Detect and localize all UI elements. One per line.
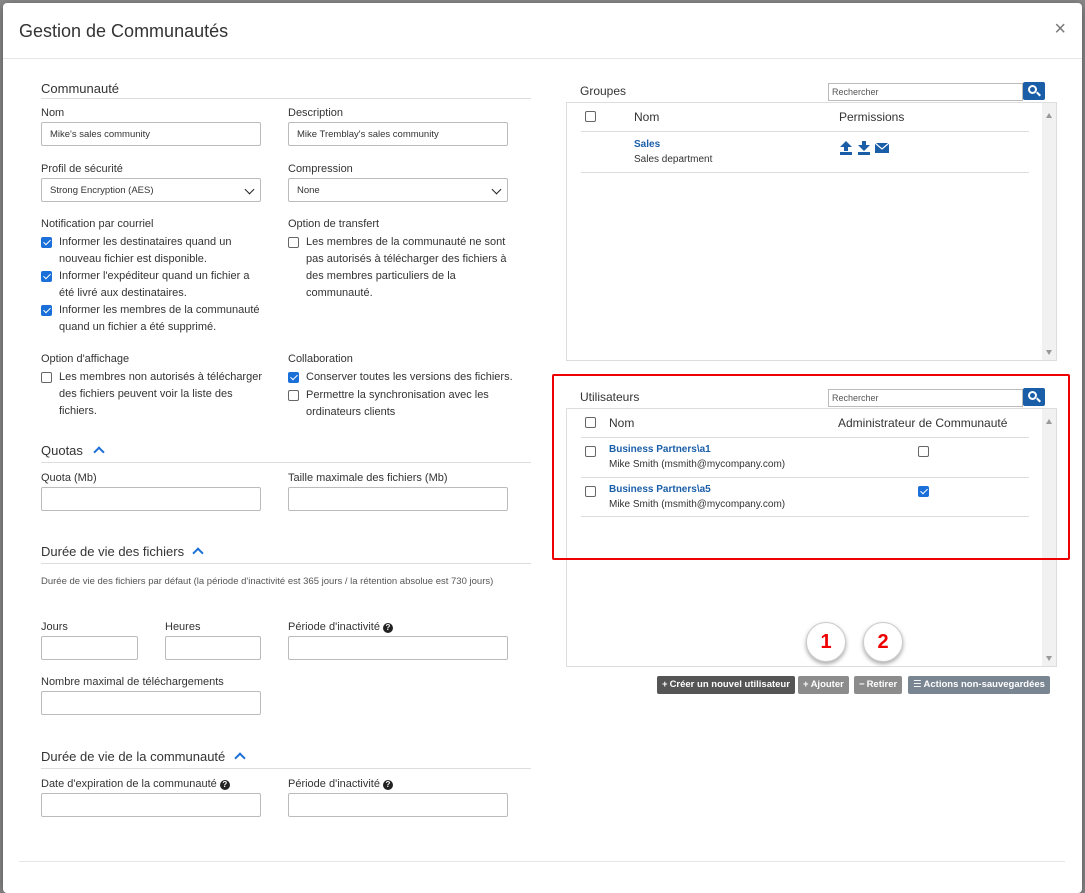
max-telechargements-input[interactable]	[41, 691, 261, 715]
section-divider	[41, 563, 531, 564]
notif-text-2: Informer l'expéditeur quand un fichier a…	[59, 270, 250, 299]
help-icon[interactable]: ?	[383, 623, 393, 633]
collab-checkbox-1[interactable]	[288, 372, 299, 383]
collab-text-2: Permettre la synchronisation avec les or…	[306, 389, 489, 418]
chevron-up-icon[interactable]	[192, 547, 204, 559]
section-divider	[41, 462, 531, 463]
notif-checkbox-1[interactable]	[41, 237, 52, 248]
compression-value: None	[297, 185, 320, 196]
nom-input[interactable]: Mike's sales community	[41, 122, 261, 146]
inactivite-label: Période d'inactivité?	[288, 621, 393, 633]
notif-checkbox-3[interactable]	[41, 305, 52, 316]
users-highlight-box	[552, 374, 1070, 560]
section-divider	[41, 98, 531, 99]
compression-label: Compression	[288, 163, 353, 175]
chevron-up-icon[interactable]	[234, 752, 246, 764]
modal-footer-divider	[19, 861, 1065, 862]
taille-max-label: Taille maximale des fichiers (Mb)	[288, 472, 448, 484]
callout-1: 1	[806, 622, 846, 662]
group-name-link[interactable]: Sales	[634, 139, 660, 150]
modal-title: Gestion de Communautés	[19, 21, 229, 41]
modal-header: Gestion de Communautés ×	[3, 3, 1082, 59]
expiration-input[interactable]	[41, 793, 261, 817]
quota-input[interactable]	[41, 487, 261, 511]
groupes-col-permissions: Permissions	[839, 110, 905, 124]
taille-max-input[interactable]	[288, 487, 508, 511]
profil-securite-select[interactable]: Strong Encryption (AES)	[41, 178, 261, 202]
add-button[interactable]: + Ajouter	[798, 676, 849, 694]
affichage-label: Option d'affichage	[41, 353, 130, 365]
affichage-text: Les membres non autorisés à télécharger …	[59, 371, 262, 417]
compression-select[interactable]: None	[288, 178, 508, 202]
heures-input[interactable]	[165, 636, 261, 660]
plus-icon: +	[662, 679, 668, 690]
notif-checkbox-2[interactable]	[41, 271, 52, 282]
groupes-col-nom: Nom	[634, 110, 660, 124]
help-icon[interactable]: ?	[219, 780, 230, 790]
minus-icon: −	[859, 679, 865, 690]
groupes-table: Nom Permissions Sales Sales department	[566, 102, 1057, 361]
affichage-checkbox[interactable]	[41, 372, 52, 383]
section-title-communaute: Communauté	[41, 81, 120, 96]
collab-text-1: Conserver toutes les versions des fichie…	[306, 371, 513, 383]
notif-text-3: Informer les membres de la communauté qu…	[59, 304, 260, 333]
download-icon	[858, 141, 870, 155]
upload-icon	[840, 141, 852, 155]
unsaved-actions-button[interactable]: ☰ Actions non-sauvegardées	[908, 676, 1050, 694]
transfert-label: Option de transfert	[288, 218, 380, 230]
jours-input[interactable]	[41, 636, 138, 660]
remove-button[interactable]: − Retirer	[854, 676, 903, 694]
section-title-duree-fichiers: Durée de vie des fichiers	[41, 544, 185, 559]
groupes-search-input[interactable]: Rechercher	[828, 83, 1023, 101]
callout-2: 2	[863, 622, 903, 662]
max-telechargements-label: Nombre maximal de téléchargements	[41, 676, 224, 688]
collab-checkbox-2[interactable]	[288, 390, 299, 401]
groupes-title: Groupes	[580, 84, 627, 98]
groupes-select-all-checkbox[interactable]	[585, 111, 596, 122]
description-label: Description	[288, 107, 344, 119]
help-icon[interactable]: ?	[383, 780, 393, 790]
community-management-modal: Gestion de Communautés × Communauté Nom …	[3, 3, 1082, 893]
communaute-inactivite-input[interactable]	[288, 793, 508, 817]
section-divider	[41, 768, 531, 769]
groupes-scrollbar[interactable]	[1042, 103, 1056, 360]
profil-securite-label: Profil de sécurité	[41, 163, 123, 175]
expiration-label: Date d'expiration de la communauté?	[41, 778, 230, 790]
transfert-text: Les membres de la communauté ne sont pas…	[306, 236, 507, 299]
envelope-icon	[874, 142, 890, 153]
permission-icons	[840, 141, 890, 155]
close-button[interactable]: ×	[1054, 18, 1066, 41]
communaute-inactivite-label: Période d'inactivité?	[288, 778, 393, 790]
section-title-quotas: Quotas	[41, 443, 83, 458]
nom-label: Nom	[41, 107, 65, 119]
plus-icon: +	[803, 679, 809, 690]
notif-text-1: Informer les destinataires quand un nouv…	[59, 236, 232, 265]
quota-label: Quota (Mb)	[41, 472, 97, 484]
group-description: Sales department	[634, 154, 713, 165]
inactivite-input[interactable]	[288, 636, 508, 660]
heures-label: Heures	[165, 621, 201, 633]
chevron-up-icon[interactable]	[93, 446, 105, 458]
collaboration-label: Collaboration	[288, 353, 353, 365]
groupes-search-button[interactable]	[1023, 82, 1045, 100]
list-icon: ☰	[913, 679, 922, 690]
create-user-button[interactable]: + Créer un nouvel utilisateur	[657, 676, 795, 694]
description-input[interactable]: Mike Tremblay's sales community	[288, 122, 508, 146]
notification-label: Notification par courriel	[41, 218, 154, 230]
transfert-checkbox[interactable]	[288, 237, 299, 248]
duree-fichiers-note: Durée de vie des fichiers par défaut (la…	[41, 576, 494, 587]
section-title-duree-communaute: Durée de vie de la communauté	[41, 749, 226, 764]
profil-securite-value: Strong Encryption (AES)	[50, 185, 154, 196]
jours-label: Jours	[41, 621, 68, 633]
